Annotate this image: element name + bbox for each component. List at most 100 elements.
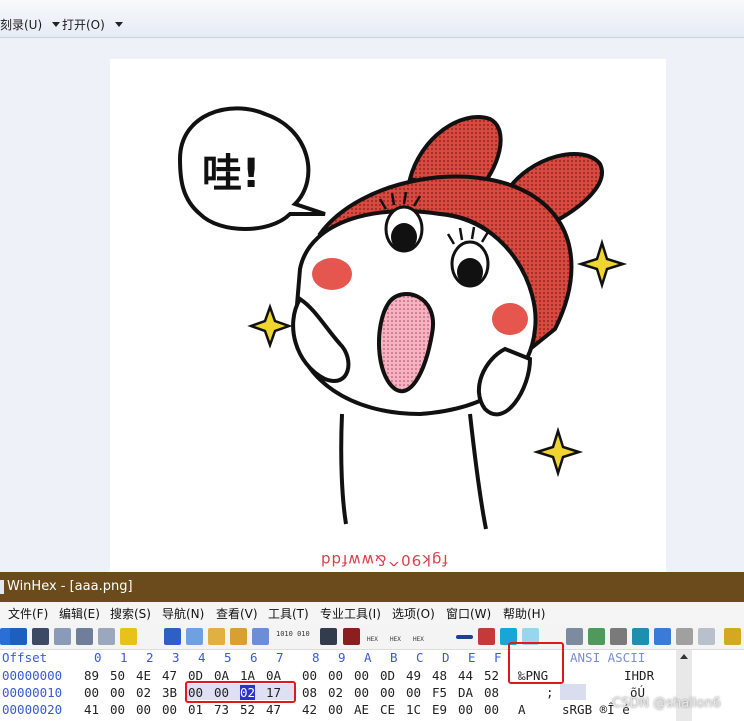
goto-hex-text[interactable]: HEX bbox=[413, 636, 424, 643]
byte[interactable]: 47 bbox=[162, 668, 177, 683]
byte[interactable]: 1C bbox=[406, 702, 421, 717]
ram-icon[interactable] bbox=[588, 628, 605, 645]
byte[interactable]: F5 bbox=[432, 685, 447, 700]
open-menu-button[interactable]: 打开(O) bbox=[62, 16, 123, 33]
byte[interactable]: 73 bbox=[214, 702, 229, 717]
col-header-4: 4 bbox=[198, 650, 206, 665]
byte[interactable]: 42 bbox=[302, 702, 317, 717]
paste-icon[interactable] bbox=[208, 628, 225, 645]
cartoon-bunny-illustration bbox=[177, 106, 628, 530]
byte[interactable]: 89 bbox=[84, 668, 99, 683]
disk-icon[interactable] bbox=[566, 628, 583, 645]
byte[interactable]: 00 bbox=[110, 702, 125, 717]
tool-icon[interactable] bbox=[676, 628, 693, 645]
save-icon[interactable] bbox=[32, 628, 49, 645]
byte[interactable]: 49 bbox=[406, 668, 421, 683]
folder-up-icon[interactable] bbox=[120, 628, 137, 645]
find-text-icon[interactable] bbox=[320, 628, 337, 645]
burn-menu-label: 刻录(U) bbox=[0, 18, 43, 32]
properties-icon[interactable] bbox=[76, 628, 93, 645]
byte[interactable]: AE bbox=[354, 702, 369, 717]
paste-special-icon[interactable] bbox=[230, 628, 247, 645]
byte[interactable]: 00 bbox=[484, 702, 499, 717]
col-header-c: C bbox=[416, 650, 424, 665]
byte[interactable]: 08 bbox=[484, 685, 499, 700]
col-header-1: 1 bbox=[120, 650, 128, 665]
byte[interactable]: 00 bbox=[302, 668, 317, 683]
byte[interactable]: 02 bbox=[136, 685, 151, 700]
menu-search[interactable]: 搜索(S) bbox=[110, 605, 151, 622]
menu-options[interactable]: 选项(O) bbox=[392, 605, 435, 622]
mirrored-caption: fgk90^&wwfdd bbox=[320, 551, 448, 569]
byte[interactable]: 00 bbox=[380, 685, 395, 700]
byte[interactable]: 47 bbox=[266, 702, 281, 717]
byte[interactable]: 00 bbox=[354, 685, 369, 700]
print-icon[interactable] bbox=[54, 628, 71, 645]
byte[interactable]: 00 bbox=[84, 685, 99, 700]
drive-icon[interactable] bbox=[610, 628, 627, 645]
refresh-icon[interactable] bbox=[10, 628, 27, 645]
goto-page-icon[interactable] bbox=[478, 628, 495, 645]
col-header-6: 6 bbox=[250, 650, 258, 665]
cloud-icon[interactable] bbox=[698, 628, 715, 645]
byte[interactable]: 41 bbox=[84, 702, 99, 717]
clone-icon[interactable] bbox=[252, 628, 269, 645]
menu-view[interactable]: 查看(V) bbox=[216, 605, 258, 622]
offset-column-header: Offset bbox=[2, 650, 48, 665]
menu-file[interactable]: 文件(F) bbox=[8, 605, 48, 622]
replace-hex-text[interactable]: HEX bbox=[367, 636, 378, 643]
undo-icon[interactable] bbox=[164, 628, 181, 645]
byte[interactable]: E9 bbox=[432, 702, 447, 717]
byte[interactable]: DA bbox=[458, 685, 473, 700]
byte[interactable]: 52 bbox=[240, 702, 255, 717]
goto-offset-icon[interactable] bbox=[456, 635, 473, 639]
app-icon bbox=[0, 580, 4, 594]
byte[interactable]: 02 bbox=[328, 685, 343, 700]
byte[interactable]: 00 bbox=[354, 668, 369, 683]
winhex-title-bar[interactable]: WinHex - [aaa.png] bbox=[0, 572, 744, 602]
byte[interactable]: 00 bbox=[162, 702, 177, 717]
replace-hex-text-2[interactable]: HEX bbox=[390, 636, 401, 643]
byte[interactable]: 00 bbox=[406, 685, 421, 700]
byte[interactable]: 52 bbox=[484, 668, 499, 683]
byte[interactable]: 08 bbox=[302, 685, 317, 700]
menu-navigate[interactable]: 导航(N) bbox=[162, 605, 204, 622]
byte[interactable]: 3B bbox=[162, 685, 177, 700]
byte[interactable]: 4E bbox=[136, 668, 151, 683]
hex-editor-grid[interactable]: Offset 0 1 2 3 4 5 6 7 8 9 A B C D E F A… bbox=[0, 642, 744, 721]
png-signature-annotation-box bbox=[508, 642, 564, 684]
byte[interactable]: 01 bbox=[188, 702, 203, 717]
col-header-2: 2 bbox=[146, 650, 154, 665]
offset-row-0: 00000000 bbox=[2, 668, 63, 683]
copy-icon[interactable] bbox=[186, 628, 203, 645]
byte[interactable]: 50 bbox=[110, 668, 125, 683]
col-header-f: F bbox=[494, 650, 502, 665]
byte[interactable]: 00 bbox=[110, 685, 125, 700]
menu-pro-tools[interactable]: 专业工具(I) bbox=[320, 605, 381, 622]
window-title: WinHex - [aaa.png] bbox=[7, 579, 133, 594]
byte[interactable]: 00 bbox=[458, 702, 473, 717]
menu-tools[interactable]: 工具(T) bbox=[268, 605, 309, 622]
binary-edit-text[interactable]: 1010 010 bbox=[276, 631, 310, 638]
menu-help[interactable]: 帮助(H) bbox=[503, 605, 545, 622]
byte[interactable]: 48 bbox=[432, 668, 447, 683]
settings-icon[interactable] bbox=[724, 628, 741, 645]
ascii-row-0-tail[interactable]: IHDR bbox=[624, 668, 654, 683]
byte[interactable]: 00 bbox=[328, 668, 343, 683]
col-header-e: E bbox=[468, 650, 476, 665]
ascii-row-1[interactable]: ; bbox=[546, 685, 554, 700]
ascii-row-2[interactable]: A bbox=[518, 702, 526, 717]
byte[interactable]: CE bbox=[380, 702, 395, 717]
byte[interactable]: 00 bbox=[328, 702, 343, 717]
byte[interactable]: 0D bbox=[380, 668, 395, 683]
byte[interactable]: 44 bbox=[458, 668, 473, 683]
calculator-icon[interactable] bbox=[632, 628, 649, 645]
clipboard-icon[interactable] bbox=[98, 628, 115, 645]
find-hex-icon[interactable] bbox=[343, 628, 360, 645]
burn-menu-button[interactable]: 刻录(U) bbox=[0, 16, 61, 33]
menu-edit[interactable]: 编辑(E) bbox=[59, 605, 100, 622]
scroll-up-icon[interactable] bbox=[680, 654, 688, 659]
magnifier-icon[interactable] bbox=[654, 628, 671, 645]
menu-window[interactable]: 窗口(W) bbox=[446, 605, 491, 622]
byte[interactable]: 00 bbox=[136, 702, 151, 717]
